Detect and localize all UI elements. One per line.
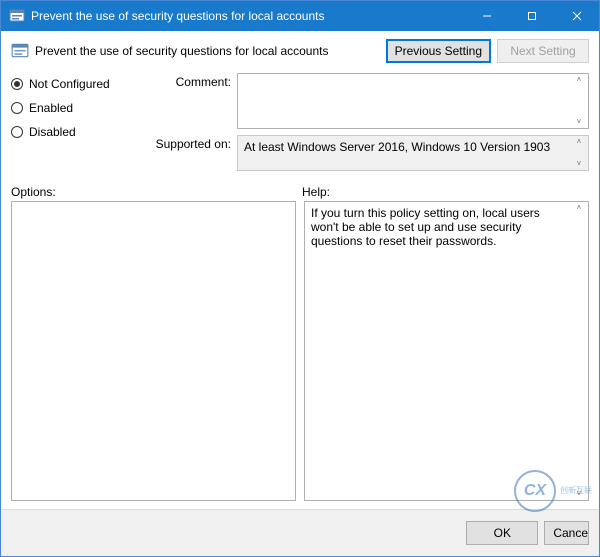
options-label: Options:: [11, 185, 298, 199]
next-setting-button: Next Setting: [497, 39, 589, 63]
chevron-up-icon[interactable]: ˄: [572, 138, 586, 146]
maximize-button[interactable]: [509, 1, 554, 31]
radio-disabled[interactable]: Disabled: [11, 125, 141, 139]
help-scroll[interactable]: ˄ ˅: [572, 202, 586, 500]
fields-column: Comment: ˄ ˅ Supported on: At least Wind…: [141, 73, 589, 177]
policy-title: Prevent the use of security questions fo…: [35, 44, 380, 58]
supported-on-value: At least Windows Server 2016, Windows 10…: [244, 140, 550, 154]
radio-dot-icon: [11, 102, 23, 114]
comment-label: Comment:: [141, 73, 237, 129]
comment-textarea[interactable]: ˄ ˅: [237, 73, 589, 129]
chevron-down-icon[interactable]: ˅: [572, 490, 586, 498]
panes: If you turn this policy setting on, loca…: [1, 201, 599, 501]
help-pane[interactable]: If you turn this policy setting on, loca…: [304, 201, 589, 501]
pane-labels: Options: Help:: [1, 177, 599, 201]
previous-setting-button[interactable]: Previous Setting: [386, 39, 491, 63]
radio-dot-icon: [11, 126, 23, 138]
chevron-down-icon[interactable]: ˅: [572, 118, 586, 126]
comment-scroll[interactable]: ˄ ˅: [572, 74, 586, 128]
supported-on-label: Supported on:: [141, 135, 237, 171]
window-title: Prevent the use of security questions fo…: [31, 9, 464, 23]
policy-editor-window: Prevent the use of security questions fo…: [0, 0, 600, 557]
ok-button[interactable]: OK: [466, 521, 538, 545]
titlebar: Prevent the use of security questions fo…: [1, 1, 599, 31]
cancel-button[interactable]: Cance: [544, 521, 589, 545]
close-button[interactable]: [554, 1, 599, 31]
help-label: Help:: [298, 185, 589, 199]
chevron-up-icon[interactable]: ˄: [572, 76, 586, 84]
radio-label: Not Configured: [29, 77, 110, 91]
minimize-button[interactable]: [464, 1, 509, 31]
config-area: Not Configured Enabled Disabled Comment:…: [1, 69, 599, 177]
policy-icon: [11, 42, 29, 60]
supported-scroll[interactable]: ˄ ˅: [572, 136, 586, 170]
radio-not-configured[interactable]: Not Configured: [11, 77, 141, 91]
state-radio-group: Not Configured Enabled Disabled: [11, 73, 141, 177]
header-row: Prevent the use of security questions fo…: [1, 31, 599, 69]
radio-enabled[interactable]: Enabled: [11, 101, 141, 115]
supported-on-box: At least Windows Server 2016, Windows 10…: [237, 135, 589, 171]
radio-dot-icon: [11, 78, 23, 90]
radio-label: Disabled: [29, 125, 76, 139]
chevron-down-icon[interactable]: ˅: [572, 160, 586, 168]
help-text: If you turn this policy setting on, loca…: [311, 206, 540, 248]
dialog-footer: OK Cance: [1, 509, 599, 556]
options-pane[interactable]: [11, 201, 296, 501]
app-icon: [9, 8, 25, 24]
radio-label: Enabled: [29, 101, 73, 115]
chevron-up-icon[interactable]: ˄: [572, 204, 586, 212]
